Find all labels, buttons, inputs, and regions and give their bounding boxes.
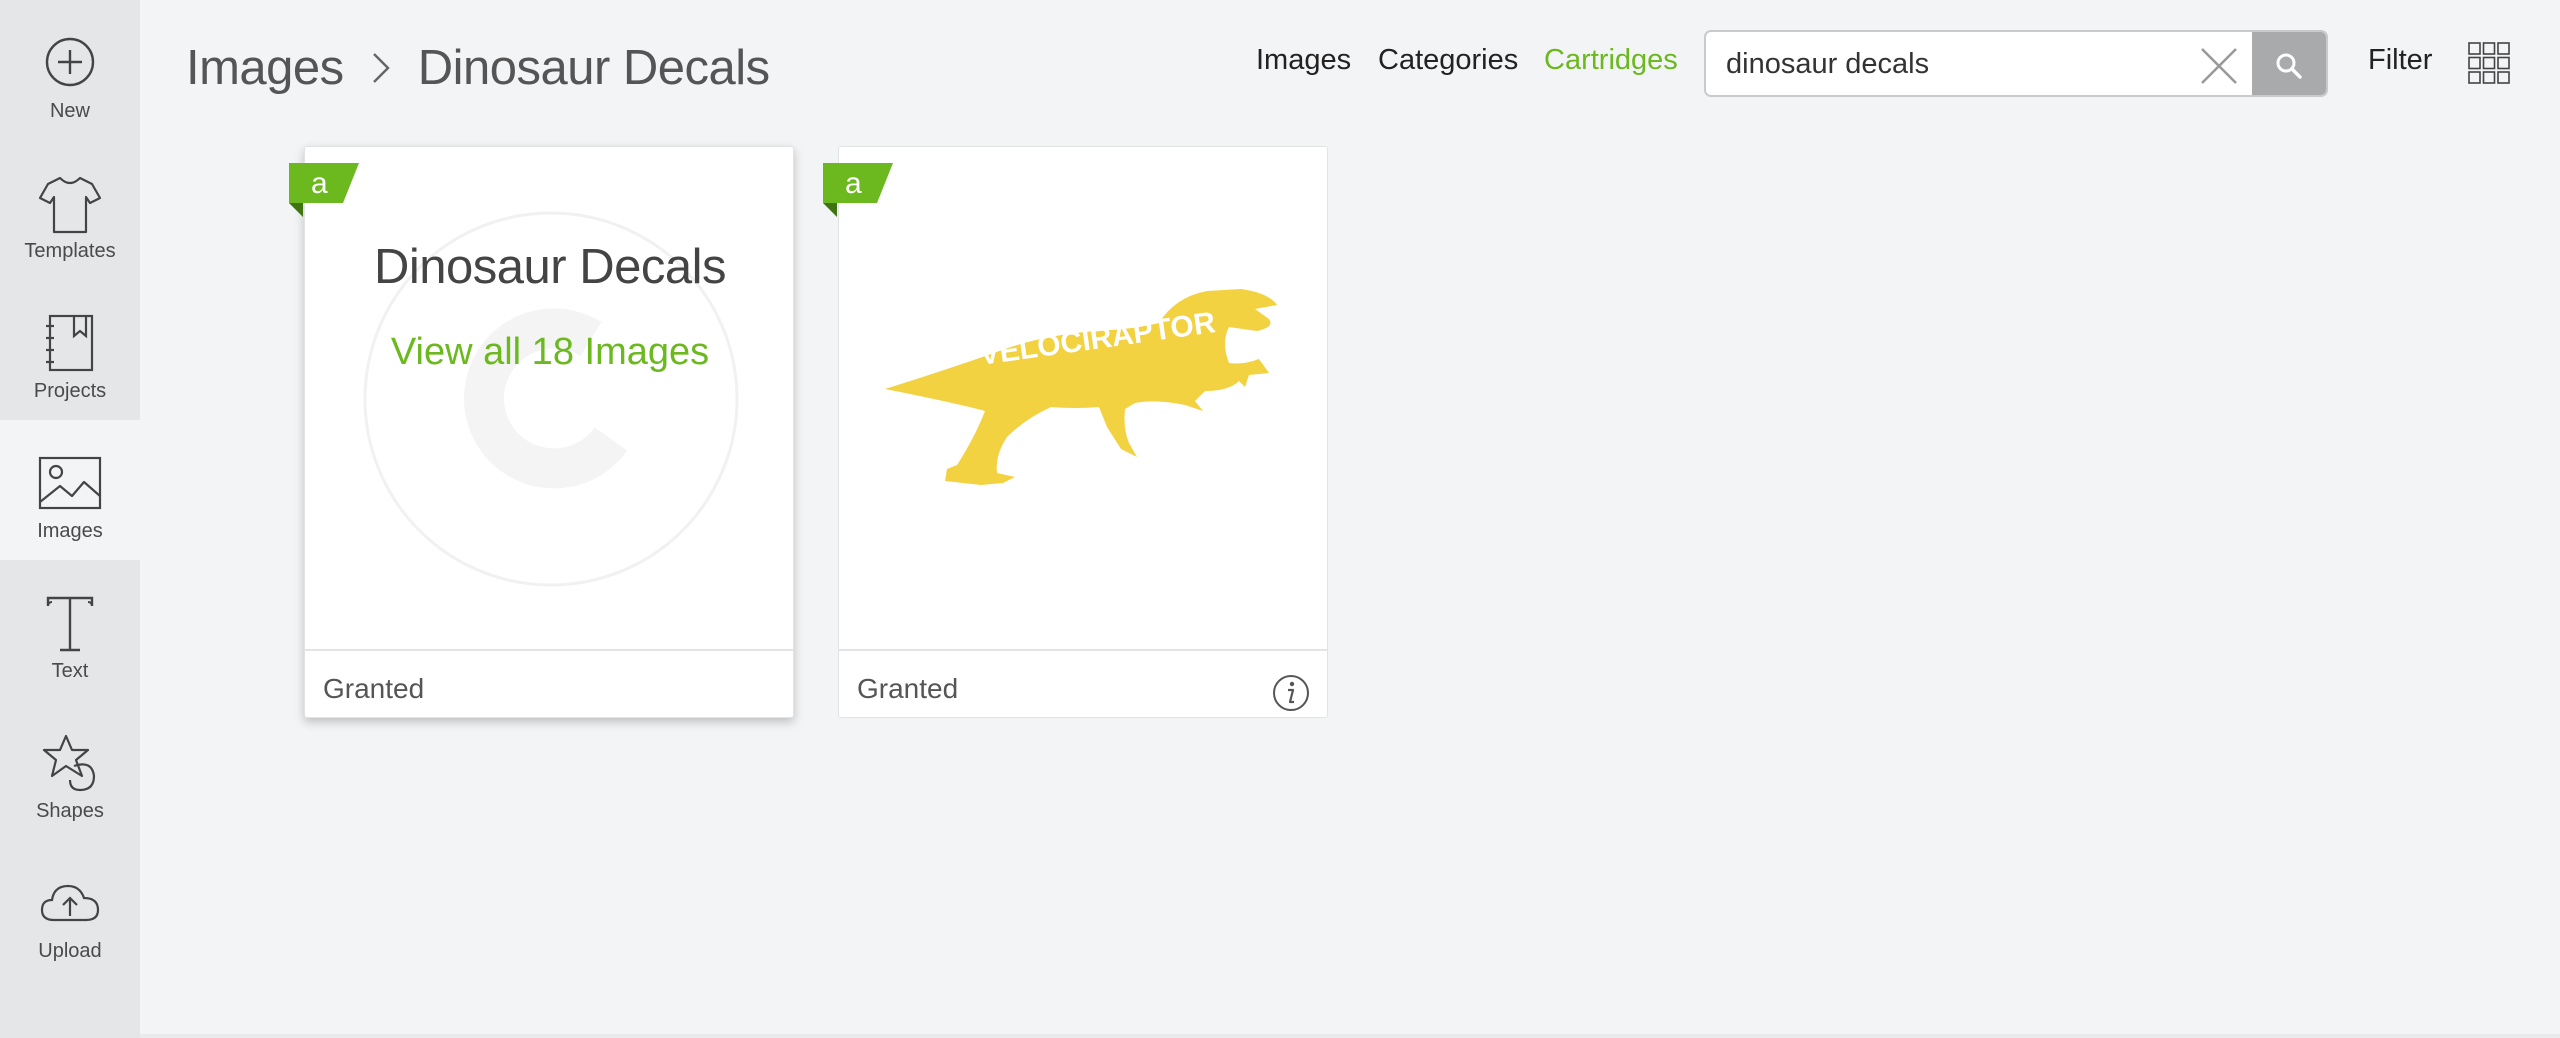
velociraptor-image: VELOCIRAPTOR [885, 289, 1277, 485]
breadcrumb-root[interactable]: Images [186, 40, 344, 96]
notebook-icon [46, 314, 94, 372]
sidebar-item-label: New [49, 100, 90, 122]
card-status: Granted [857, 673, 959, 704]
search-button[interactable] [2252, 32, 2326, 95]
sidebar-item-label: Text [51, 660, 89, 682]
sidebar-item-new[interactable]: New [0, 0, 140, 140]
plus-circle-icon [45, 37, 95, 87]
search-input[interactable] [1726, 42, 2186, 86]
sidebar-item-images[interactable]: Images [0, 420, 140, 560]
card-title: Dinosaur Decals [374, 240, 727, 294]
cloud-upload-icon [40, 884, 100, 922]
image-card[interactable]: a VELOCIRAPTOR Granted [823, 146, 1328, 718]
shapes-icon [42, 734, 96, 792]
card-divider [305, 649, 793, 651]
bottom-border [140, 1034, 2560, 1038]
search-icon [2276, 53, 2302, 79]
grid-view-icon[interactable] [2468, 42, 2510, 84]
sidebar: New Templates Projects Images Text Shape… [0, 0, 140, 1038]
nav-categories[interactable]: Categories [1378, 44, 1518, 84]
sidebar-item-text[interactable]: Text [0, 560, 140, 700]
sidebar-item-label: Images [37, 520, 103, 542]
breadcrumb: Images Dinosaur Decals [186, 38, 770, 98]
info-icon[interactable] [1271, 673, 1311, 713]
image-icon [38, 456, 102, 510]
access-badge-icon: a [823, 163, 893, 217]
text-icon [46, 596, 94, 652]
breadcrumb-current: Dinosaur Decals [417, 41, 771, 95]
badge-letter: a [311, 167, 328, 200]
sidebar-item-shapes[interactable]: Shapes [0, 700, 140, 840]
sidebar-item-projects[interactable]: Projects [0, 280, 140, 420]
category-card[interactable]: a Dinosaur Decals View all 18 Images Gra… [289, 146, 795, 718]
nav-cartridges[interactable]: Cartridges [1544, 44, 1678, 84]
access-badge-icon: a [289, 163, 359, 217]
sidebar-item-label: Upload [38, 940, 102, 962]
sidebar-item-label: Projects [33, 380, 107, 402]
badge-letter: a [845, 167, 862, 200]
tshirt-icon [38, 176, 102, 234]
chevron-right-icon [370, 51, 392, 85]
filter-button[interactable]: Filter [2368, 44, 2432, 77]
search-box [1704, 30, 2328, 97]
sidebar-item-label: Templates [24, 240, 116, 262]
sidebar-item-label: Shapes [36, 800, 104, 822]
nav-images[interactable]: Images [1256, 44, 1351, 84]
card-divider [839, 649, 1327, 651]
sidebar-item-upload[interactable]: Upload [0, 840, 140, 980]
card-status: Granted [323, 673, 425, 704]
close-icon[interactable] [2196, 43, 2242, 89]
view-all-link[interactable]: View all 18 Images [305, 331, 795, 374]
sidebar-item-templates[interactable]: Templates [0, 140, 140, 280]
